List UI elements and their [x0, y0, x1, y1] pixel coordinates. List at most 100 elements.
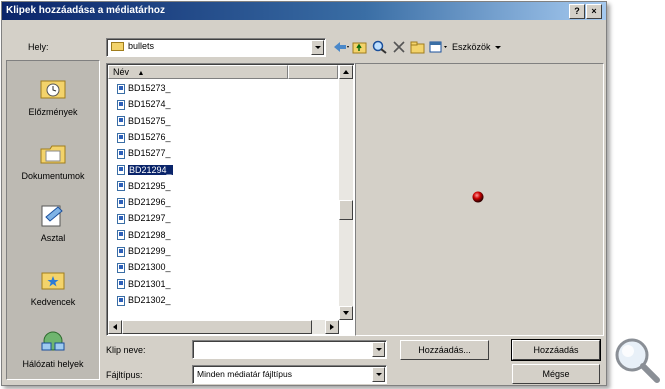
- location-value: bullets: [128, 41, 155, 51]
- clip-file-icon: [117, 279, 125, 290]
- file-name: BD15274_: [128, 99, 171, 110]
- place-label: Dokumentumok: [21, 171, 85, 181]
- file-name: BD21298_: [128, 229, 171, 240]
- desktop-icon: [38, 203, 68, 229]
- preview-pane: [355, 63, 604, 336]
- file-item[interactable]: BD21294_: [117, 163, 174, 178]
- file-name: BD21301_: [128, 278, 171, 289]
- folder-icon: [111, 42, 124, 52]
- views-button[interactable]: [429, 40, 449, 54]
- file-name: BD15275_: [128, 115, 171, 126]
- file-item[interactable]: BD21296_: [117, 195, 171, 210]
- add-button[interactable]: Hozzáadás: [511, 339, 601, 361]
- place-desktop[interactable]: Asztal: [7, 203, 99, 243]
- scroll-up-button[interactable]: [339, 65, 353, 79]
- file-name: BD15277_: [128, 148, 171, 159]
- file-name: BD21299_: [128, 246, 171, 256]
- delete-button[interactable]: [392, 40, 406, 54]
- place-label: Asztal: [40, 233, 66, 243]
- favorites-icon: [38, 267, 68, 293]
- chevron-down-icon[interactable]: [372, 342, 385, 357]
- file-name: BD21294_: [127, 163, 174, 176]
- clip-file-icon: [117, 165, 125, 176]
- clip-file-icon: [117, 132, 125, 143]
- vertical-scroll-thumb[interactable]: [339, 200, 353, 220]
- horizontal-scroll-thumb[interactable]: [122, 320, 312, 334]
- file-name: BD21295_: [128, 180, 171, 191]
- sort-up-icon: ▲: [137, 70, 145, 77]
- file-item[interactable]: BD21300_: [117, 260, 171, 275]
- horizontal-scrollbar[interactable]: [108, 320, 339, 334]
- scroll-right-button[interactable]: [325, 320, 339, 334]
- clip-file-icon: [117, 99, 125, 110]
- tools-label: Eszközök: [452, 42, 491, 52]
- file-list[interactable]: Név ▲ BD15273_ BD15274_ BD15275_ BD15276_ BD…: [106, 63, 355, 336]
- arrow-left-icon: [113, 324, 117, 330]
- place-network[interactable]: Hálózati helyek: [7, 329, 99, 369]
- place-label: Hálózati helyek: [22, 359, 84, 369]
- scroll-down-button[interactable]: [339, 306, 353, 320]
- cancel-button[interactable]: Mégse: [512, 364, 600, 384]
- chevron-down-icon: [495, 46, 502, 50]
- arrow-down-icon: [343, 311, 349, 315]
- clip-file-icon: [117, 230, 125, 241]
- clip-file-icon: [117, 83, 125, 94]
- filetype-combo[interactable]: Minden médiatár fájltípus: [192, 365, 387, 384]
- column-name-label: Név: [113, 67, 130, 77]
- file-item[interactable]: BD15275_: [117, 114, 171, 129]
- file-item[interactable]: BD21298_: [117, 228, 171, 243]
- close-button[interactable]: ×: [586, 4, 602, 19]
- clip-file-icon: [117, 214, 125, 225]
- up-folder-icon: [352, 42, 367, 54]
- filetype-label: Fájltípus:: [106, 370, 143, 380]
- file-item[interactable]: BD15274_: [117, 97, 171, 112]
- file-item[interactable]: BD15276_: [117, 130, 171, 145]
- new-folder-icon: [410, 41, 425, 54]
- place-documents[interactable]: Dokumentumok: [7, 141, 99, 181]
- file-item[interactable]: BD21301_: [117, 277, 171, 292]
- back-arrow-icon: [334, 42, 349, 52]
- chevron-down-icon[interactable]: [372, 367, 385, 382]
- location-combo[interactable]: bullets: [106, 38, 326, 57]
- delete-icon: [393, 41, 405, 53]
- location-label: Hely:: [28, 42, 49, 52]
- clip-file-icon: [117, 148, 125, 159]
- clip-file-icon: [117, 246, 125, 257]
- filename-combo[interactable]: [192, 340, 387, 359]
- file-item[interactable]: BD21302_: [117, 293, 171, 308]
- place-favorites[interactable]: Kedvencek: [7, 267, 99, 307]
- clip-file-icon: [117, 262, 125, 273]
- file-item[interactable]: BD21297_: [117, 211, 171, 226]
- places-bar: Előzmények Dokumentumok Asztal Kedvencek…: [6, 60, 100, 380]
- column-header-name[interactable]: Név ▲: [108, 65, 288, 79]
- history-icon: [38, 77, 68, 103]
- clip-file-icon: [117, 181, 125, 192]
- file-name: BD21297_: [128, 213, 171, 224]
- place-history[interactable]: Előzmények: [7, 77, 99, 117]
- file-name: BD15273_: [128, 83, 171, 93]
- scroll-left-button[interactable]: [108, 320, 122, 334]
- file-name: BD21296_: [128, 197, 171, 208]
- title-bar: Klipek hozzáadása a médiatárhoz ? ×: [2, 2, 606, 20]
- filetype-value: Minden médiatár fájltípus: [197, 369, 292, 379]
- tools-menu[interactable]: Eszközök: [452, 42, 502, 56]
- back-button[interactable]: [332, 40, 350, 54]
- file-item[interactable]: BD15273_: [117, 81, 171, 96]
- add-to-button[interactable]: Hozzáadás...: [400, 340, 489, 360]
- chevron-down-icon[interactable]: [311, 40, 324, 55]
- window-title: Klipek hozzáadása a médiatárhoz: [6, 5, 165, 16]
- file-item[interactable]: BD21299_: [117, 244, 171, 259]
- up-folder-button[interactable]: [352, 40, 368, 54]
- magnifier-icon[interactable]: [610, 335, 662, 385]
- search-web-icon: [372, 40, 387, 54]
- file-item[interactable]: BD15277_: [117, 146, 171, 161]
- new-folder-button[interactable]: [410, 40, 426, 54]
- clip-file-icon: [117, 116, 125, 127]
- vertical-scrollbar[interactable]: [339, 65, 353, 320]
- column-header-empty[interactable]: [288, 65, 338, 79]
- file-name: BD15276_: [128, 131, 171, 142]
- arrow-right-icon: [330, 324, 334, 330]
- file-item[interactable]: BD21295_: [117, 179, 171, 194]
- help-button[interactable]: ?: [569, 4, 585, 19]
- search-web-button[interactable]: [372, 40, 388, 54]
